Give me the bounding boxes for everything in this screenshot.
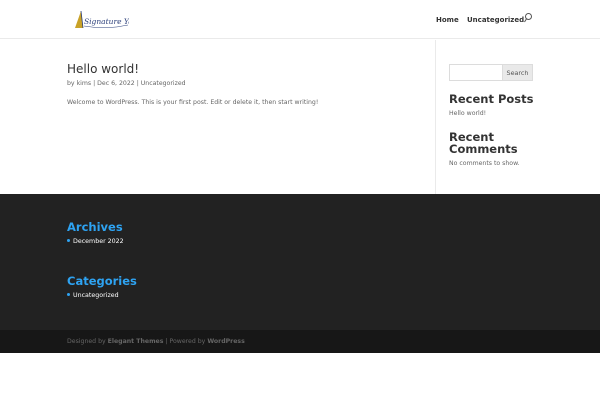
- categories-heading: Categories: [67, 274, 137, 288]
- page-background: [0, 353, 600, 400]
- post-meta: by kims | Dec 6, 2022 | Uncategorized: [67, 80, 186, 87]
- logo-text: Signature Yachts: [84, 17, 129, 26]
- recent-comments-heading: Recent Comments: [449, 130, 518, 156]
- post-date: Dec 6, 2022: [97, 80, 135, 87]
- elegant-themes-link[interactable]: Elegant Themes: [108, 338, 164, 345]
- category-link[interactable]: Uncategorized: [73, 292, 119, 299]
- no-comments-text: No comments to show.: [449, 160, 520, 167]
- credits-powered-by: | Powered by: [165, 338, 206, 345]
- post-category-link[interactable]: Uncategorized: [141, 80, 186, 87]
- archives-heading: Archives: [67, 220, 123, 234]
- post-meta-sep: |: [93, 80, 96, 87]
- post-excerpt: Welcome to WordPress. This is your first…: [67, 99, 319, 106]
- bullet-icon: [67, 238, 70, 242]
- bullet-icon: [67, 292, 70, 296]
- site-footer: [0, 194, 600, 330]
- category-item: Uncategorized: [67, 292, 119, 299]
- recent-posts-heading: Recent Posts: [449, 92, 534, 106]
- footer-credits: Designed by Elegant Themes | Powered by …: [67, 338, 245, 345]
- post-title-link[interactable]: Hello world!: [67, 62, 139, 76]
- archive-item: December 2022: [67, 238, 124, 245]
- nav-home-link[interactable]: Home: [436, 16, 459, 24]
- sidebar-divider: [435, 40, 436, 194]
- post-meta-sep: |: [136, 80, 139, 87]
- archive-link[interactable]: December 2022: [73, 238, 124, 245]
- recent-post-link[interactable]: Hello world!: [449, 110, 486, 117]
- search-icon[interactable]: [523, 12, 533, 24]
- site-logo[interactable]: Signature Yachts: [71, 9, 129, 31]
- nav-uncategorized-link[interactable]: Uncategorized: [467, 16, 524, 24]
- search-button[interactable]: Search: [503, 64, 533, 81]
- post-author-link[interactable]: kims: [77, 80, 92, 87]
- wordpress-link[interactable]: WordPress: [207, 338, 244, 345]
- search-input[interactable]: [449, 64, 503, 81]
- post-meta-by: by: [67, 80, 75, 87]
- credits-designed-by: Designed by: [67, 338, 106, 345]
